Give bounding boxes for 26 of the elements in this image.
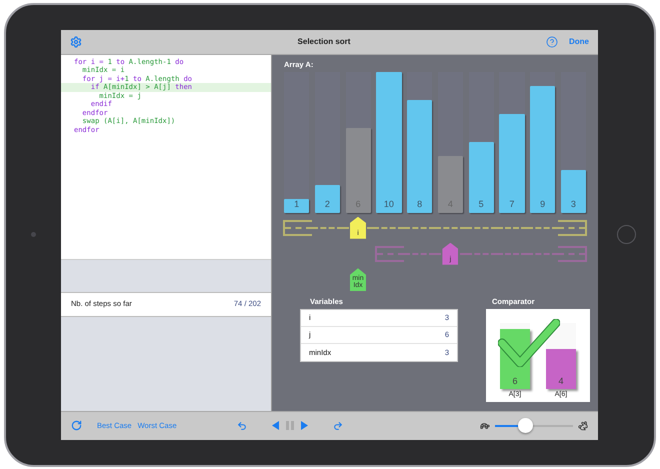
array-bar: 9 — [530, 86, 556, 213]
previous-icon[interactable] — [272, 421, 279, 430]
array-bar: 7 — [499, 114, 524, 213]
array-bar: 10 — [376, 72, 402, 213]
camera-icon — [31, 232, 36, 237]
array-bar: 5 — [468, 142, 494, 213]
done-button[interactable]: Done — [569, 36, 589, 48]
home-button[interactable] — [616, 225, 636, 244]
array-bar: 3 — [560, 170, 586, 213]
window-title: Selection sort — [298, 36, 350, 48]
array-bar: 1 — [284, 198, 310, 213]
checkmark-drawing — [498, 319, 560, 367]
turtle-icon — [480, 420, 490, 430]
slider-thumb[interactable] — [518, 418, 533, 433]
play-icon[interactable] — [300, 421, 308, 430]
settings-icon[interactable] — [70, 36, 82, 48]
rabbit-icon — [578, 420, 588, 430]
pause-icon[interactable] — [286, 421, 294, 430]
array-bar: 8 — [407, 100, 432, 213]
speed-slider[interactable] — [495, 418, 573, 433]
restart-icon[interactable] — [71, 420, 82, 431]
step-back-icon[interactable] — [236, 420, 247, 430]
array-bar: 2 — [314, 184, 340, 213]
help-icon[interactable] — [546, 36, 558, 48]
compared-bar: 4 — [546, 348, 576, 388]
step-forward-icon[interactable] — [332, 420, 343, 430]
